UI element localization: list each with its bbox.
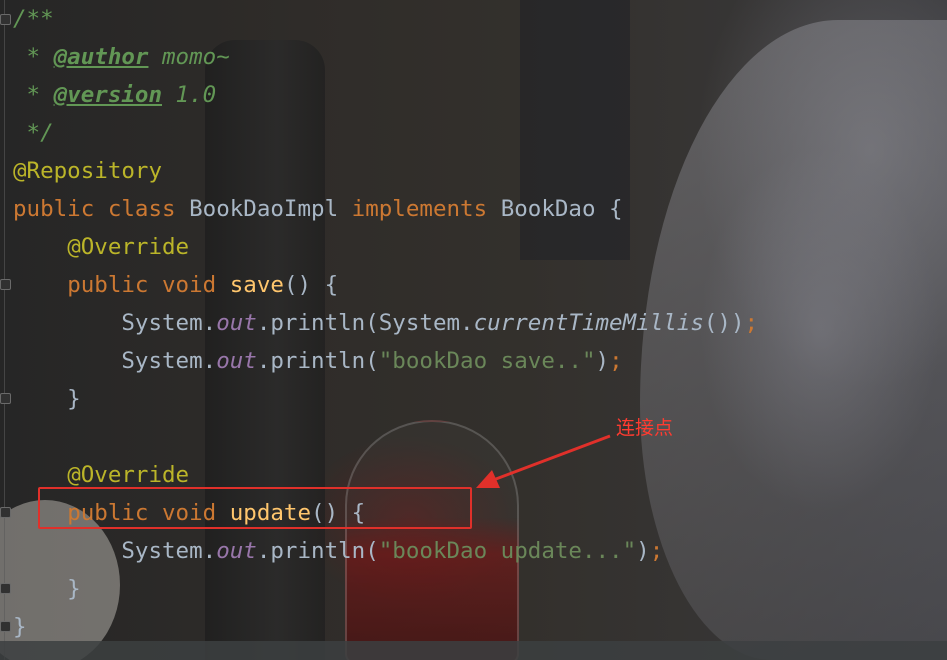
code-token: System. <box>13 310 217 336</box>
code-token: } <box>13 576 81 602</box>
code-token: implements <box>351 196 501 222</box>
code-token: ) <box>636 538 650 564</box>
code-token: .println(System. <box>256 310 474 336</box>
code-token: * <box>13 82 54 108</box>
code-token: () { <box>283 272 339 298</box>
callout-arrow-icon <box>476 434 611 488</box>
code-token: @Override <box>67 462 190 488</box>
code-token: ; <box>649 538 664 564</box>
join-point-highlight-box <box>38 487 472 529</box>
code-token: momo~ <box>148 44 230 70</box>
fold-icon[interactable] <box>0 393 11 404</box>
join-point-label: 连接点 <box>616 417 674 439</box>
fold-icon[interactable] <box>0 14 11 25</box>
gutter <box>4 0 5 660</box>
code-token: /** <box>13 6 54 32</box>
code-token: save <box>229 272 284 298</box>
code-token: System. <box>13 348 217 374</box>
code-token: out <box>216 538 257 564</box>
code-lines[interactable]: /** * @author momo~ * @version 1.0 */ @Re… <box>13 0 758 646</box>
code-line[interactable]: System.out.println("bookDao update..."); <box>13 532 758 570</box>
code-line[interactable]: } <box>13 570 758 608</box>
code-token: ) <box>595 348 610 374</box>
code-token: @version <box>53 82 163 108</box>
code-token: ; <box>609 348 623 374</box>
code-token: */ <box>13 120 54 146</box>
code-line[interactable]: */ <box>13 114 758 152</box>
editor-bottom-bar <box>0 641 947 660</box>
code-token: @Repository <box>13 158 163 184</box>
code-token: } <box>13 614 27 640</box>
code-token: currentTimeMillis <box>473 310 704 336</box>
code-token: out <box>216 310 257 336</box>
code-token: "bookDao save.." <box>378 348 596 374</box>
code-token: } <box>13 386 81 412</box>
code-token: @Override <box>67 234 190 260</box>
code-line[interactable]: @Override <box>13 228 758 266</box>
code-line[interactable]: @Repository <box>13 152 758 190</box>
code-line[interactable]: public class BookDaoImpl implements Book… <box>13 190 758 228</box>
code-token: public class <box>13 196 190 222</box>
fold-icon[interactable] <box>0 621 11 632</box>
code-line[interactable]: public void save() { <box>13 266 758 304</box>
fold-icon[interactable] <box>0 507 11 518</box>
code-token: .println( <box>256 538 379 564</box>
code-line[interactable]: * @version 1.0 <box>13 76 758 114</box>
fold-icon[interactable] <box>0 583 11 594</box>
code-token: .println( <box>256 348 379 374</box>
code-token: * <box>13 44 54 70</box>
code-line[interactable]: System.out.println(System.currentTimeMil… <box>13 304 758 342</box>
code-token: 1.0 <box>162 82 217 108</box>
code-token: out <box>216 348 257 374</box>
code-token: ; <box>744 310 759 336</box>
code-line[interactable]: System.out.println("bookDao save.."); <box>13 342 758 380</box>
code-token: BookDaoImpl <box>189 196 352 222</box>
code-line[interactable]: /** <box>13 0 758 38</box>
code-line[interactable]: * @author momo~ <box>13 38 758 76</box>
code-token: "bookDao update..." <box>378 538 637 564</box>
code-token: @author <box>53 44 149 70</box>
code-editor[interactable]: /** * @author momo~ * @version 1.0 */ @Re… <box>0 0 947 660</box>
code-token: public void <box>67 272 230 298</box>
code-token: ()) <box>703 310 745 336</box>
code-token: System. <box>13 538 217 564</box>
fold-icon[interactable] <box>0 279 11 290</box>
code-token: BookDao { <box>500 196 623 222</box>
